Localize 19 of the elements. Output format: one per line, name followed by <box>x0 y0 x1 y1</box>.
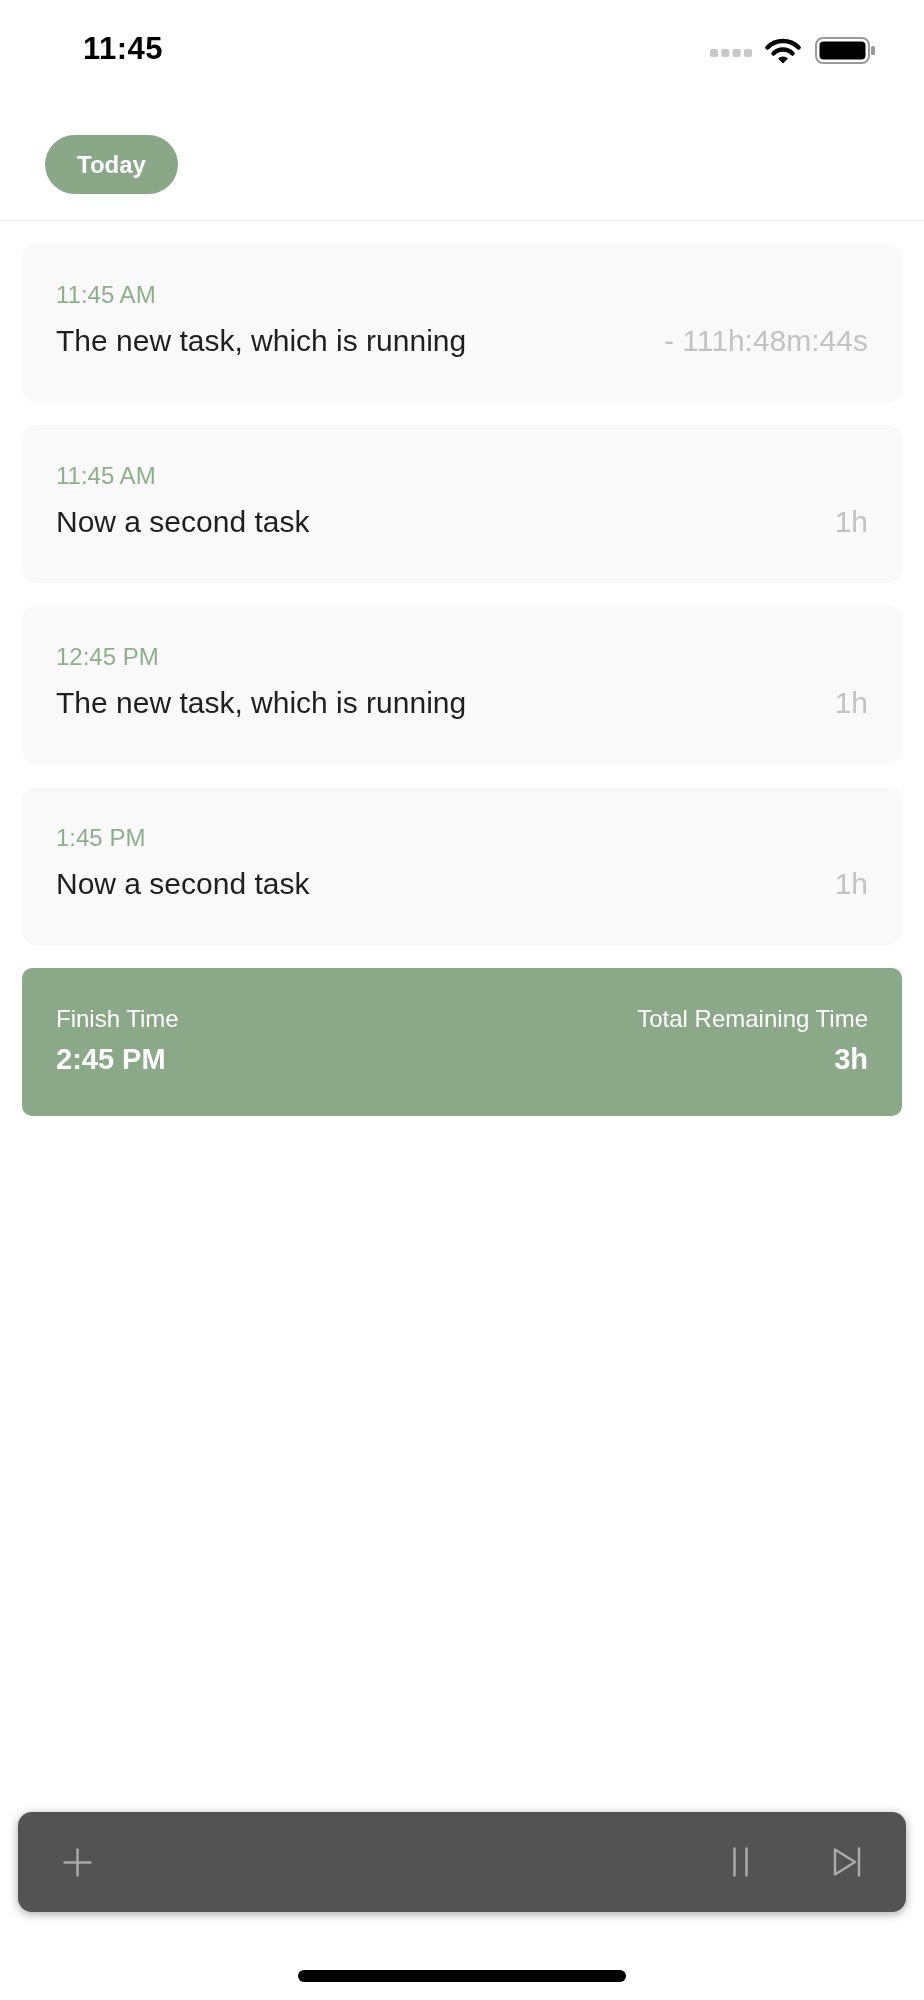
wifi-icon <box>765 37 801 64</box>
skip-forward-icon[interactable] <box>833 1847 861 1877</box>
remaining-time: 3h <box>834 1043 868 1075</box>
start-time: 1:45 PM <box>56 823 146 853</box>
signal-icon <box>710 48 752 57</box>
finish-time-label: Finish Time <box>56 1005 179 1033</box>
pause-icon[interactable] <box>733 1847 748 1877</box>
start-time: 12:45 PM <box>56 642 159 672</box>
task-title: Now a second task <box>56 504 310 540</box>
task-title: The new task, which is running <box>56 323 467 359</box>
plus-icon[interactable] <box>63 1847 92 1877</box>
task-title: Now a second task <box>56 866 310 902</box>
start-time: 11:45 AM <box>56 280 156 310</box>
start-time: 11:45 AM <box>56 461 156 491</box>
status-time: 11:45 <box>83 32 164 66</box>
finish-time: 2:45 PM <box>56 1043 166 1075</box>
task-title: The new task, which is running <box>56 685 467 721</box>
battery-icon <box>815 37 875 64</box>
remaining-time-label: Total Remaining Time <box>637 1005 868 1033</box>
